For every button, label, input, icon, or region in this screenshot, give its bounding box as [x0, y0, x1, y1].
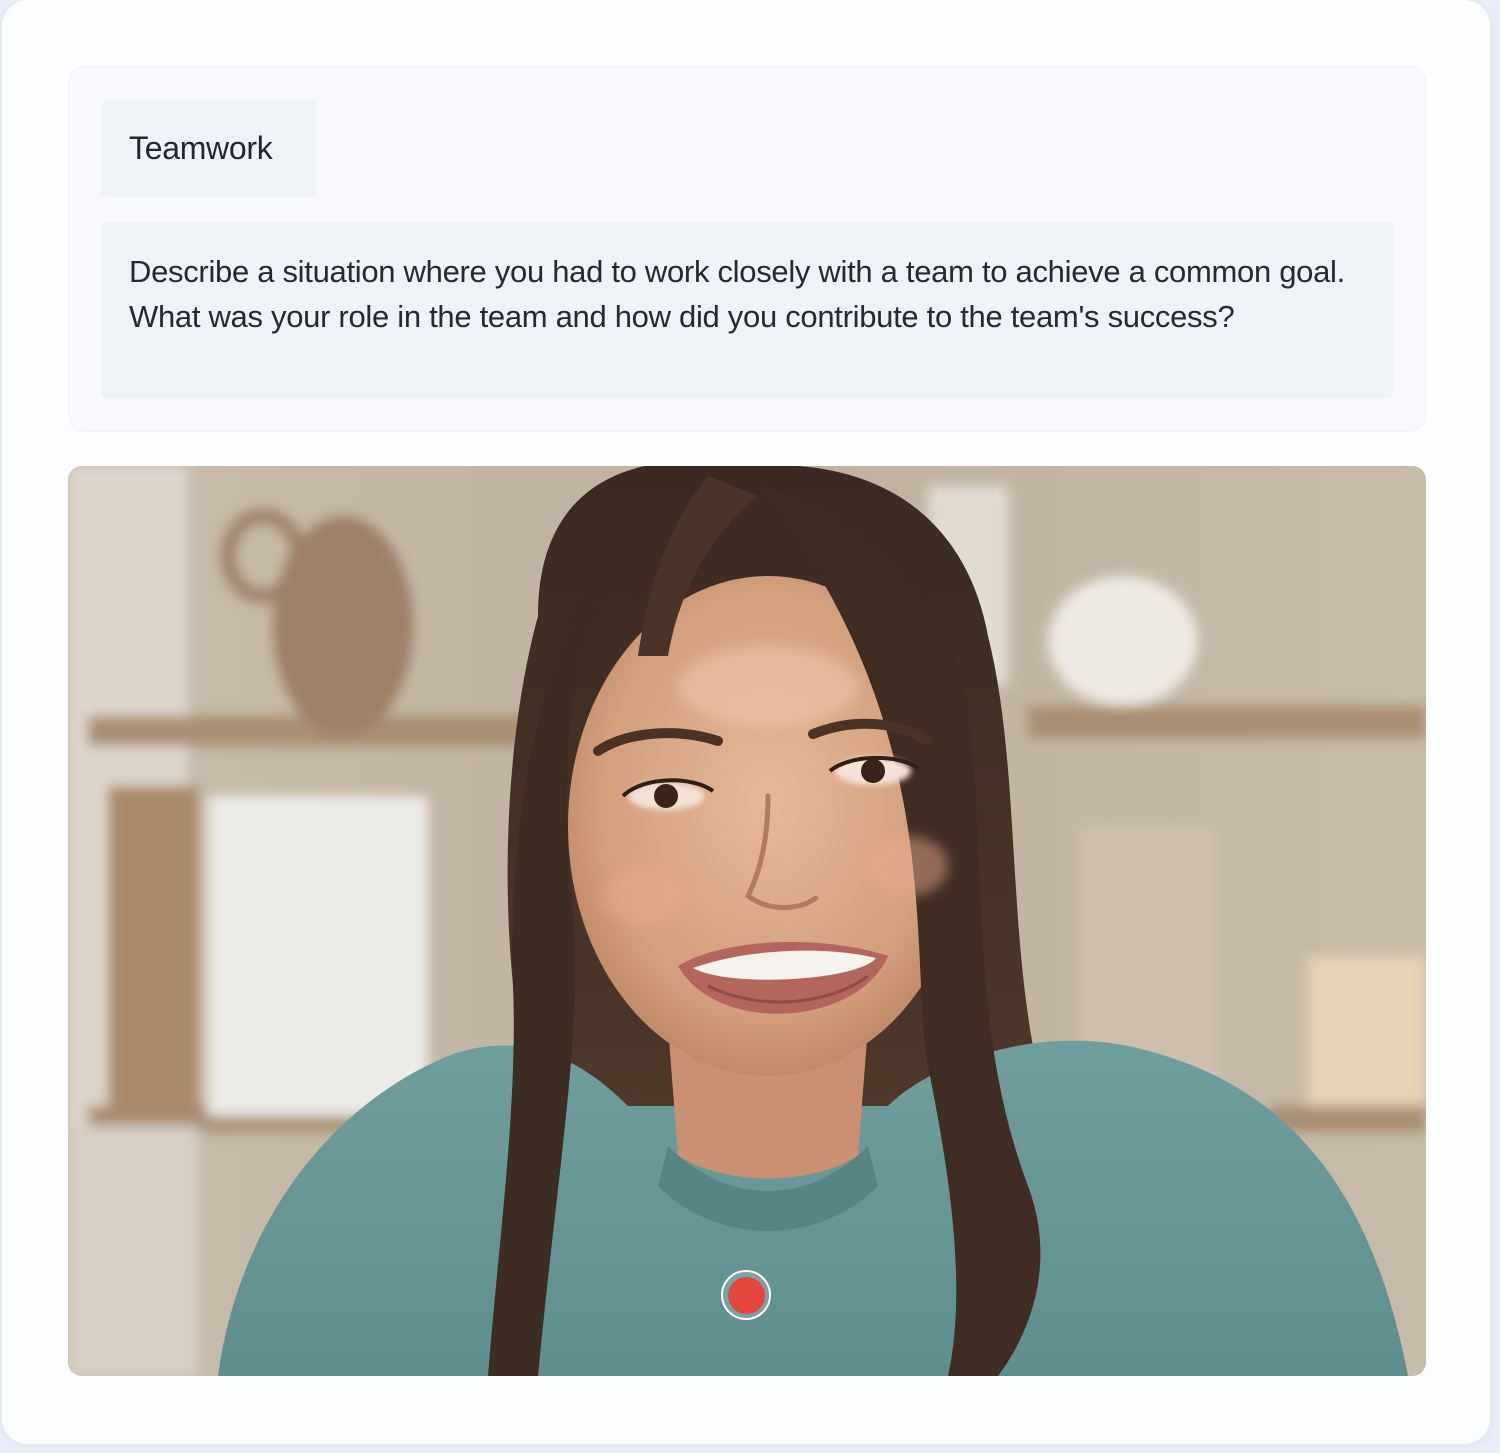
question-text: Describe a situation where you had to wo… [101, 222, 1393, 398]
record-dot-icon [727, 1276, 765, 1314]
webcam-video [68, 466, 1426, 1376]
question-category-chip: Teamwork [101, 100, 316, 197]
webcam-image [68, 466, 1426, 1376]
record-button[interactable] [721, 1270, 771, 1320]
